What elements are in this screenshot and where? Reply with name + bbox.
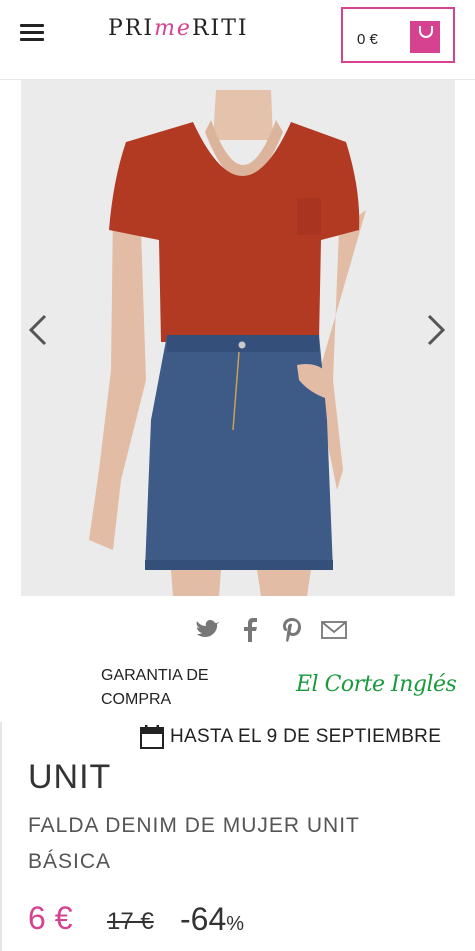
- cart-amount: 0 €: [357, 31, 378, 48]
- calendar-icon: [140, 725, 164, 749]
- logo[interactable]: PRImeRITI: [108, 16, 249, 41]
- product-image: [21, 80, 455, 596]
- twitter-icon[interactable]: [194, 616, 222, 644]
- discount-badge: -64%: [180, 901, 244, 938]
- facebook-icon[interactable]: [236, 616, 264, 644]
- purchase-guarantee-text: GARANTIA DE COMPRA: [101, 667, 209, 708]
- discount-value: -64: [180, 901, 227, 937]
- divider: [0, 722, 2, 951]
- product-brand[interactable]: UNIT: [28, 758, 111, 797]
- shopping-bag-icon: [410, 21, 440, 53]
- pinterest-icon[interactable]: [278, 616, 306, 644]
- header: PRImeRITI 0 €: [0, 0, 475, 80]
- product-name: FALDA DENIM DE MUJER UNIT BÁSICA: [28, 814, 360, 873]
- offer-deadline-text: HASTA EL 9 DE SEPTIEMBRE: [170, 726, 442, 747]
- discount-unit: %: [226, 913, 245, 935]
- current-price: 6 €: [28, 900, 73, 936]
- logo-accent: me: [154, 16, 192, 41]
- carousel-prev-arrow-icon[interactable]: [25, 310, 49, 350]
- share-bar: [194, 616, 354, 646]
- logo-text-end: RITI: [191, 16, 249, 41]
- cart-button[interactable]: 0 €: [341, 7, 455, 63]
- mail-icon[interactable]: [320, 616, 348, 644]
- original-price: 17 €: [107, 908, 154, 935]
- el-corte-ingles-logo: El Corte Inglés: [296, 672, 457, 697]
- menu-icon[interactable]: [20, 24, 44, 42]
- carousel-next-arrow-icon[interactable]: [425, 310, 449, 350]
- product-image-carousel[interactable]: [21, 80, 455, 596]
- logo-text: PRI: [108, 16, 155, 41]
